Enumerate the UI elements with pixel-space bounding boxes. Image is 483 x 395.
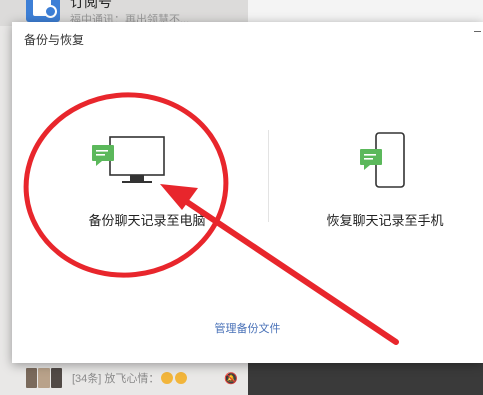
group-preview-text: [34条] 放飞心情： (72, 373, 160, 385)
thumbs-up-emoji-icon (175, 372, 188, 384)
thumbs-up-emoji-icon (161, 372, 174, 384)
backup-restore-dialog: 备份与恢复 备份聊天记录至电脑 恢复聊天记录至手机 管理备份文件 (12, 22, 483, 363)
phone-chat-icon (360, 132, 405, 188)
monitor-chat-icon (92, 136, 165, 183)
manage-backup-files-link[interactable]: 管理备份文件 (12, 320, 483, 336)
restore-option-label: 恢复聊天记录至手机 (326, 213, 444, 228)
check-icon (44, 5, 57, 18)
mute-bell-icon: 🔕 (224, 373, 238, 385)
chat-list-item-preview: [34条] 放飞心情： (72, 370, 188, 386)
backup-option-label: 备份聊天记录至电脑 (88, 213, 206, 228)
minimize-icon[interactable] (474, 31, 481, 32)
dialog-title: 备份与恢复 (24, 33, 85, 47)
backup-to-computer-button[interactable]: 备份聊天记录至电脑 (42, 127, 252, 237)
subscriptions-avatar (26, 0, 60, 22)
restore-to-phone-button[interactable]: 恢复聊天记录至手机 (280, 127, 483, 237)
options-divider (268, 130, 269, 222)
group-avatar (26, 368, 62, 388)
